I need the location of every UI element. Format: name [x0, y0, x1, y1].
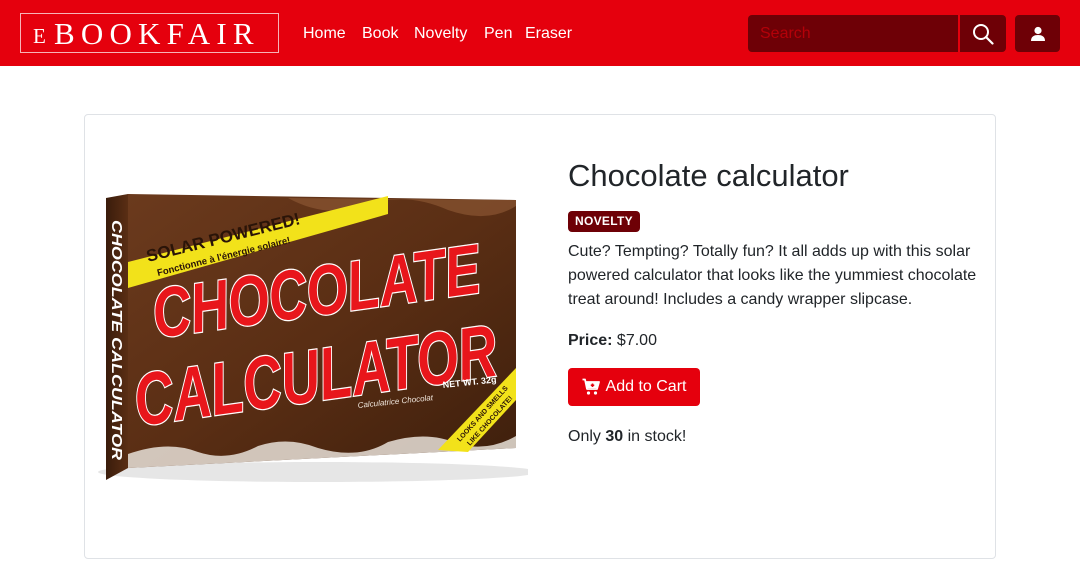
stock-prefix: Only — [568, 428, 601, 445]
account-button[interactable] — [1015, 15, 1060, 52]
search-button[interactable] — [960, 15, 1006, 52]
category-badge: NOVELTY — [568, 211, 640, 232]
brand-logo-prefix: E — [33, 24, 46, 48]
brand-logo[interactable]: E BOOKFAIR — [20, 13, 279, 53]
brand-logo-name: BOOKFAIR — [54, 16, 260, 51]
search-input[interactable] — [748, 15, 958, 52]
cart-plus-icon — [582, 378, 600, 395]
price-value: $7.00 — [616, 332, 657, 349]
user-icon — [1030, 26, 1045, 41]
product-price: Price: $7.00 — [568, 330, 657, 352]
nav-link-eraser[interactable]: Eraser — [525, 24, 572, 44]
nav-link-novelty[interactable]: Novelty — [414, 24, 467, 44]
package-spine-text: CHOCOLATE CALCULATOR — [108, 220, 125, 460]
nav-link-pen[interactable]: Pen — [484, 24, 512, 44]
product-image: SOLAR POWERED! Fonctionne à l'énergie so… — [98, 194, 528, 482]
stock-status: Only 30 in stock! — [568, 426, 686, 448]
nav-link-home[interactable]: Home — [303, 24, 346, 44]
stock-suffix: in stock! — [627, 428, 687, 445]
product-description: Cute? Tempting? Totally fun? It all adds… — [568, 243, 977, 308]
add-to-cart-label: Add to Cart — [605, 378, 687, 395]
price-label: Price: — [568, 332, 613, 349]
nav-link-book[interactable]: Book — [362, 24, 398, 44]
top-navbar: E BOOKFAIR Home Book Novelty Pen Eraser — [0, 0, 1080, 66]
add-to-cart-button[interactable]: Add to Cart — [568, 368, 700, 406]
search-icon — [973, 23, 994, 45]
stock-count: 30 — [605, 428, 624, 445]
product-title: Chocolate calculator — [568, 158, 849, 193]
